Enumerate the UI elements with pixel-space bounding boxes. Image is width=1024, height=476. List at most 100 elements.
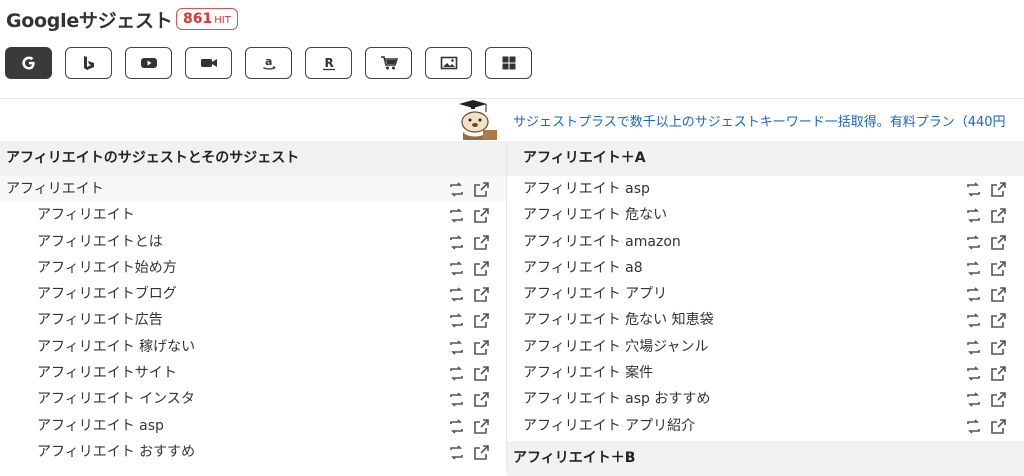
suggest-keyword: アフィリエイト 危ない 知恵袋 (523, 312, 714, 329)
suggest-row[interactable]: アフィリエイト 案件 (507, 360, 1024, 386)
mascot-image (453, 100, 503, 140)
retweet-icon[interactable] (448, 339, 465, 356)
suggest-keyword: アフィリエイト広告 (37, 312, 163, 329)
suggest-row[interactable]: アフィリエイト 穴場ジャンル (507, 334, 1024, 360)
suggest-row[interactable]: アフィリエイト asp おすすめ (507, 386, 1024, 412)
suggest-row[interactable]: アフィリエイト 危ない 知恵袋 (507, 307, 1024, 333)
external-link-icon[interactable] (990, 207, 1007, 224)
svg-text:a: a (265, 55, 272, 68)
bing-button[interactable] (65, 47, 112, 79)
right-section-heading-b: アフィリエイト＋B (507, 441, 1024, 476)
suggest-keyword: アフィリエイトサイト (37, 365, 177, 382)
suggest-row[interactable]: アフィリエイト インスタ (0, 386, 506, 412)
left-section-heading: アフィリエイトのサジェストとそのサジェスト (0, 141, 506, 176)
root-keyword-label: アフィリエイト (6, 181, 104, 197)
retweet-icon[interactable] (448, 444, 465, 461)
retweet-icon[interactable] (965, 286, 982, 303)
retweet-icon[interactable] (965, 418, 982, 435)
retweet-icon[interactable] (965, 207, 982, 224)
youtube-icon (140, 56, 158, 70)
retweet-icon[interactable] (448, 260, 465, 277)
external-link-icon[interactable] (473, 339, 490, 356)
retweet-icon[interactable] (965, 391, 982, 408)
suggest-row[interactable]: アフィリエイト 危ない (507, 202, 1024, 228)
retweet-icon[interactable] (448, 207, 465, 224)
external-link-icon[interactable] (990, 391, 1007, 408)
suggest-row[interactable]: アフィリエイト amazon (507, 229, 1024, 255)
retweet-icon[interactable] (965, 260, 982, 277)
suggest-row[interactable]: アフィリエイト始め方 (0, 255, 506, 281)
external-link-icon[interactable] (990, 418, 1007, 435)
external-link-icon[interactable] (990, 286, 1007, 303)
retweet-icon[interactable] (448, 286, 465, 303)
suggest-row[interactable]: アフィリエイト広告 (0, 307, 506, 333)
retweet-icon[interactable] (965, 339, 982, 356)
retweet-icon[interactable] (965, 365, 982, 382)
external-link-icon[interactable] (473, 365, 490, 382)
suggest-keyword: アフィリエイト asp (37, 417, 164, 434)
external-link-icon[interactable] (990, 234, 1007, 251)
retweet-icon[interactable] (448, 365, 465, 382)
suggest-keyword: アフィリエイト インスタ (37, 391, 195, 408)
suggest-row[interactable]: アフィリエイトサイト (0, 360, 506, 386)
external-link-icon[interactable] (473, 391, 490, 408)
apps-button[interactable] (485, 47, 532, 79)
suggest-keyword: アフィリエイト 危ない (523, 207, 668, 224)
suggest-row[interactable]: アフィリエイト おすすめ (0, 439, 506, 465)
image-button[interactable] (425, 47, 472, 79)
suggest-keyword: アフィリエイト asp (523, 181, 650, 197)
root-keyword-row[interactable]: アフィリエイト (0, 176, 506, 203)
suggest-row[interactable]: アフィリエイト asp (0, 413, 506, 439)
video-camera-icon (200, 56, 218, 70)
amazon-button[interactable]: a (245, 47, 292, 79)
retweet-icon[interactable] (448, 418, 465, 435)
retweet-icon[interactable] (965, 234, 982, 251)
suggest-keyword: アフィリエイト 穴場ジャンル (523, 338, 709, 355)
retweet-icon[interactable] (448, 391, 465, 408)
youtube-button[interactable] (125, 47, 172, 79)
suggest-row[interactable]: アフィリエイト a8 (507, 255, 1024, 281)
video-button[interactable] (185, 47, 232, 79)
suggest-row[interactable]: アフィリエイト 稼げない (0, 334, 506, 360)
external-link-icon[interactable] (990, 339, 1007, 356)
svg-text:R: R (324, 56, 333, 70)
rakuten-button[interactable]: R (305, 47, 352, 79)
retweet-icon[interactable] (448, 234, 465, 251)
suggest-row[interactable]: アフィリエイト アプリ紹介 (507, 413, 1024, 439)
suggest-keyword: アフィリエイト おすすめ (37, 443, 196, 460)
suggest-keyword: アフィリエイトブログ (37, 286, 177, 303)
external-link-icon[interactable] (990, 365, 1007, 382)
shopping-button[interactable] (365, 47, 412, 79)
external-link-icon[interactable] (473, 444, 490, 461)
external-link-icon[interactable] (990, 260, 1007, 277)
hit-unit: HIT (214, 15, 231, 26)
external-link-icon[interactable] (473, 207, 490, 224)
image-icon (440, 56, 458, 70)
retweet-icon[interactable] (448, 181, 465, 198)
external-link-icon[interactable] (473, 312, 490, 329)
external-link-icon[interactable] (990, 312, 1007, 329)
suggest-row[interactable]: アフィリエイト (0, 202, 506, 228)
grid-icon (501, 55, 517, 71)
retweet-icon[interactable] (965, 181, 982, 198)
page-title: Googleサジェスト (6, 10, 173, 32)
external-link-icon[interactable] (473, 181, 490, 198)
external-link-icon[interactable] (473, 260, 490, 277)
external-link-icon[interactable] (473, 234, 490, 251)
right-suggest-column: アフィリエイト＋A アフィリエイト asp アフィリエイト 危ない アフィリエイト … (506, 141, 1024, 471)
left-suggest-column: アフィリエイトのサジェストとそのサジェスト アフィリエイト アフィリエイト アフィ… (0, 141, 506, 465)
external-link-icon[interactable] (473, 418, 490, 435)
amazon-icon: a (261, 55, 277, 71)
promo-link[interactable]: サジェストプラスで数千以上のサジェストキーワード一括取得。有料プラン（440円 (513, 111, 1006, 130)
suggest-row[interactable]: アフィリエイト アプリ (507, 281, 1024, 307)
retweet-icon[interactable] (965, 312, 982, 329)
retweet-icon[interactable] (448, 312, 465, 329)
external-link-icon[interactable] (990, 181, 1007, 198)
suggest-row[interactable]: アフィリエイトブログ (0, 281, 506, 307)
external-link-icon[interactable] (473, 286, 490, 303)
suggest-keyword: アフィリエイト amazon (523, 233, 681, 250)
suggest-row[interactable]: アフィリエイトとは (0, 229, 506, 255)
right-section-heading: アフィリエイト＋A (507, 141, 1024, 176)
suggest-row[interactable]: アフィリエイト asp (507, 176, 1024, 202)
google-button[interactable] (5, 47, 52, 79)
